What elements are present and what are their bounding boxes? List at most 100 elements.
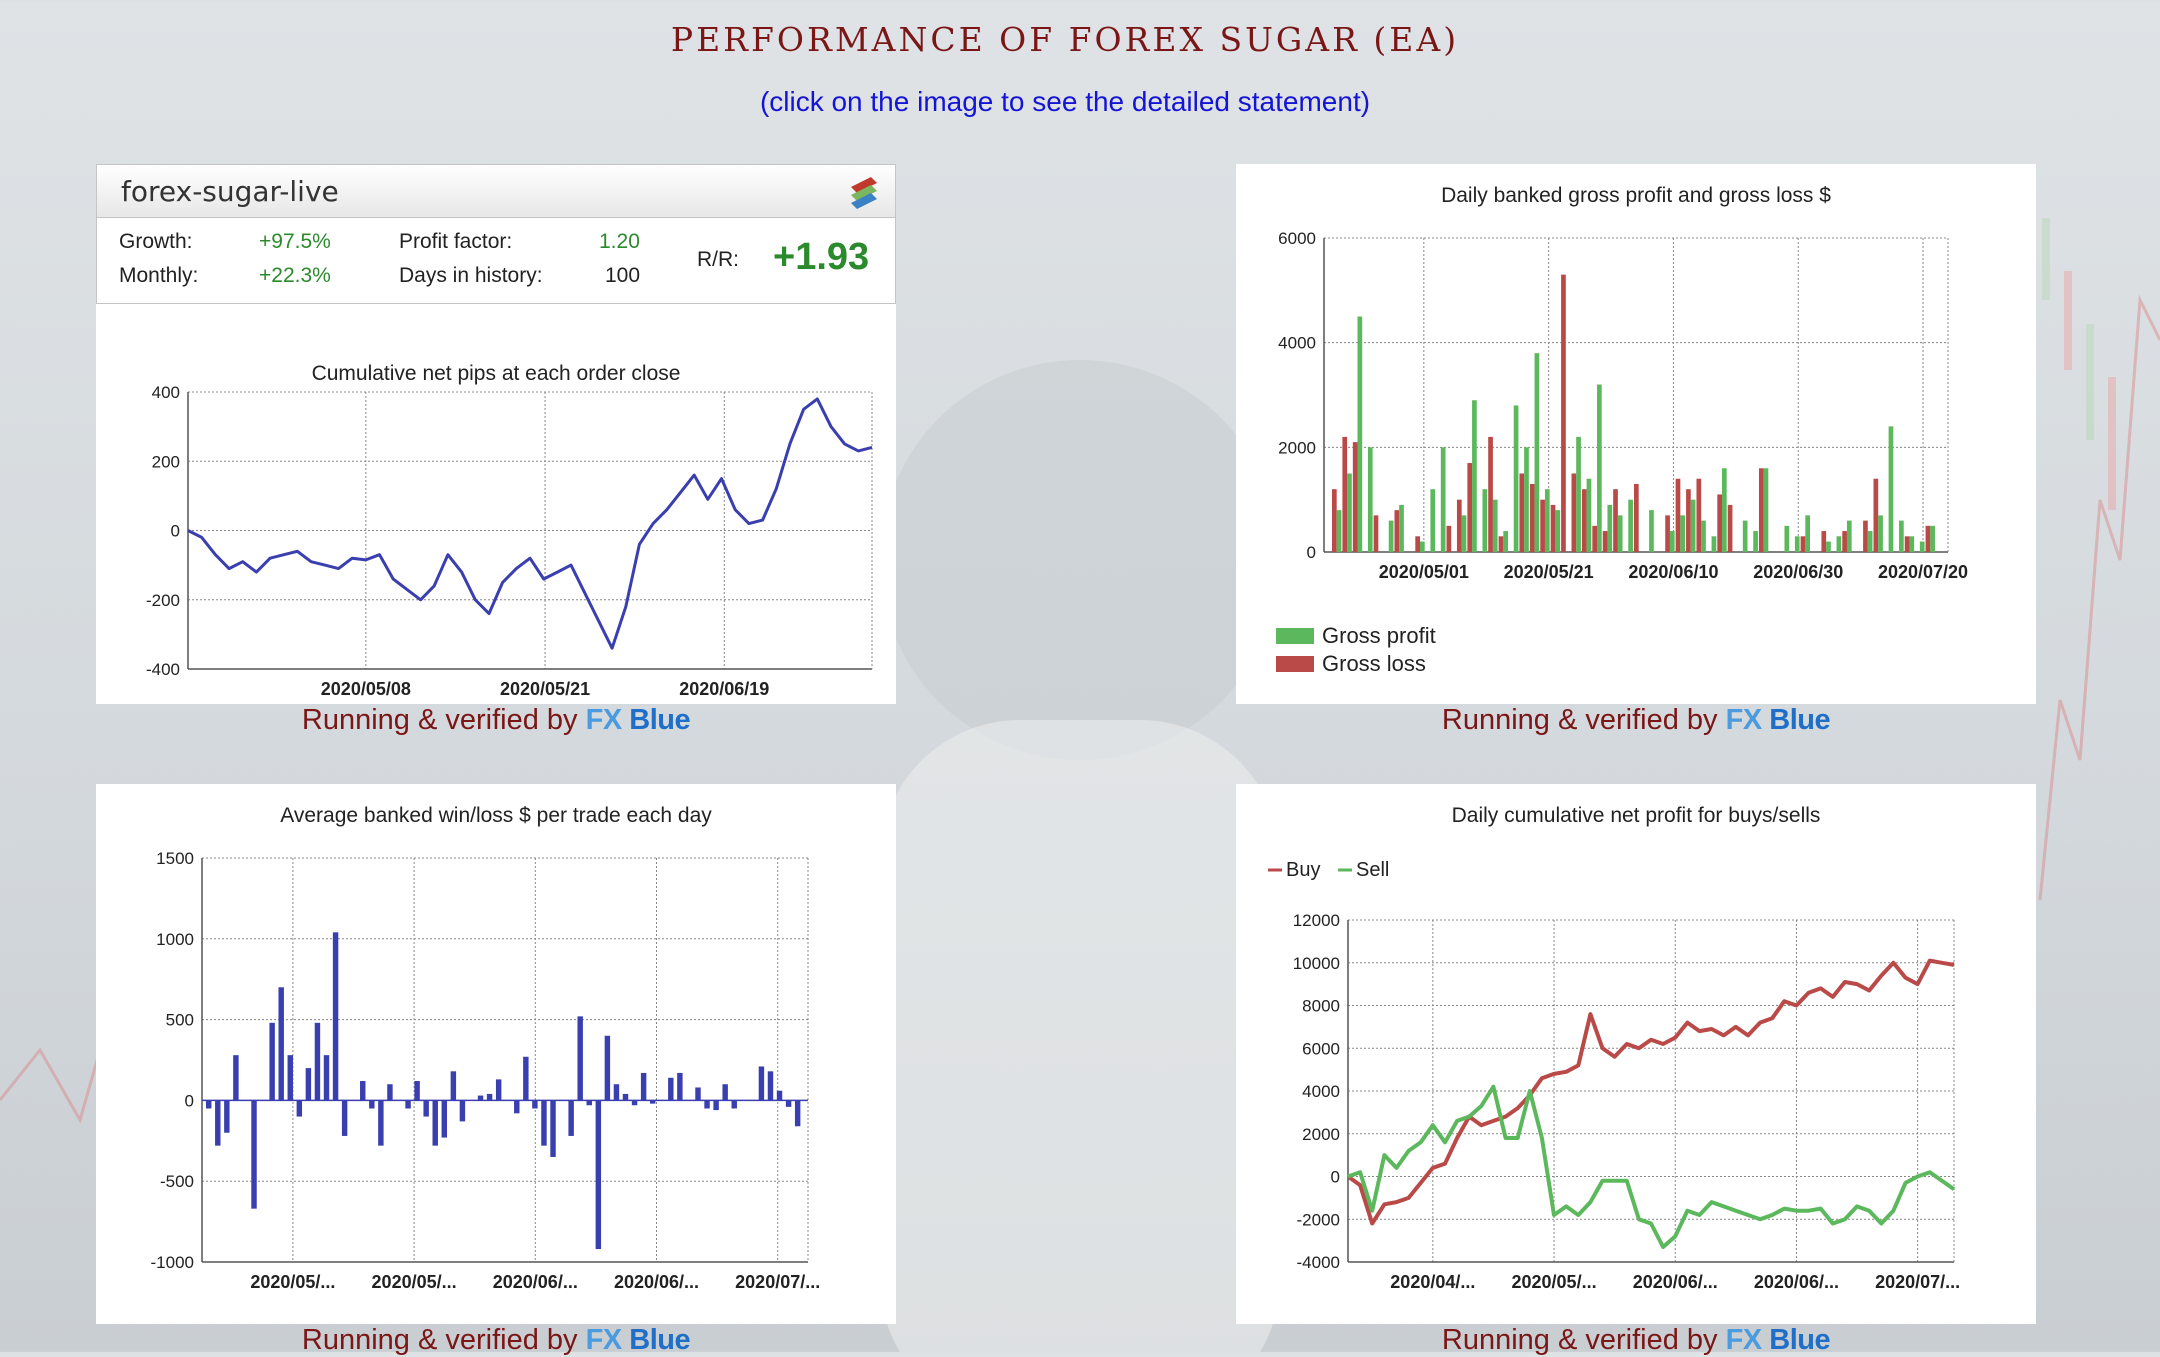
- bar-avg-win-loss: [568, 1100, 574, 1136]
- y-tick-label: 2000: [1302, 1125, 1340, 1144]
- bar-avg-win-loss: [332, 932, 339, 1101]
- y-tick-label: 8000: [1302, 997, 1340, 1016]
- bar-gross-profit: [1649, 510, 1654, 552]
- profit-factor-value: 1.20: [599, 230, 640, 253]
- statement-link[interactable]: (click on the image to see the detailed …: [0, 86, 2130, 118]
- bar-gross-loss: [1373, 515, 1379, 552]
- x-tick-label: 2020/06/10: [1628, 562, 1718, 582]
- bar-avg-win-loss: [378, 1100, 384, 1146]
- fxblue-link[interactable]: FX Blue: [1726, 704, 1831, 736]
- bar-avg-win-loss: [586, 1100, 592, 1106]
- bar-gross-profit: [1492, 499, 1498, 552]
- y-tick-label: -1000: [151, 1253, 194, 1272]
- bar-gross-loss: [1925, 525, 1931, 552]
- bar-gross-profit: [1576, 436, 1581, 552]
- caption-3: Running & verified by FX Blue: [96, 1324, 896, 1357]
- bar-gross-profit: [1919, 541, 1925, 552]
- bar-avg-win-loss: [704, 1100, 710, 1109]
- bar-gross-loss: [1467, 463, 1473, 552]
- chart-cumulative-pips: Cumulative net pips at each order close 4…: [146, 362, 873, 699]
- bar-avg-win-loss: [794, 1100, 801, 1127]
- bar-avg-win-loss: [450, 1071, 457, 1101]
- x-tick-label: 2020/05/...: [372, 1272, 457, 1292]
- card-avg-win-loss[interactable]: Average banked win/loss $ per trade each…: [96, 784, 896, 1324]
- bar-gross-profit: [1430, 489, 1436, 552]
- bar-gross-loss: [1613, 489, 1618, 552]
- bar-gross-loss: [1904, 536, 1910, 552]
- chart-title: Average banked win/loss $ per trade each…: [280, 804, 712, 827]
- bar-gross-loss: [1540, 499, 1545, 552]
- candle: [2108, 377, 2116, 510]
- bar-gross-loss: [1446, 525, 1452, 552]
- bar-gross-profit: [1888, 426, 1894, 552]
- bar-avg-win-loss: [387, 1084, 393, 1101]
- y-tick-label: 1000: [156, 930, 194, 949]
- y-tick-label: 0: [171, 522, 180, 541]
- bar-avg-win-loss: [287, 1055, 293, 1101]
- bar-gross-loss: [1561, 274, 1566, 552]
- bar-gross-loss: [1394, 510, 1400, 552]
- bar-gross-loss: [1342, 436, 1348, 552]
- x-tick-label: 2020/05/21: [1504, 562, 1594, 582]
- bar-gross-profit: [1836, 536, 1842, 552]
- bar-gross-profit: [1347, 473, 1352, 552]
- profit-factor-label: Profit factor:: [399, 230, 513, 253]
- rr-label: R/R:: [697, 248, 739, 271]
- bar-gross-loss: [1686, 489, 1691, 552]
- bar-avg-win-loss: [432, 1100, 438, 1146]
- caption-text: Running & verified by: [1441, 1324, 1718, 1356]
- candle: [2086, 324, 2094, 440]
- bar-gross-loss: [1488, 436, 1493, 552]
- account-summary: forex-sugar-live Growth: +97.5% Monthly:…: [96, 164, 896, 304]
- y-tick-label: 2000: [1278, 438, 1316, 457]
- legend-label-sell: Sell: [1356, 859, 1389, 881]
- x-tick-label: 2020/07/...: [735, 1272, 820, 1292]
- legend-label-loss: Gross loss: [1322, 651, 1426, 676]
- caption-4: Running & verified by FX Blue: [1236, 1324, 2036, 1357]
- account-name: forex-sugar-live: [121, 175, 339, 208]
- bar-gross-loss: [1873, 478, 1879, 552]
- bar-gross-loss: [1634, 483, 1639, 552]
- bar-avg-win-loss: [341, 1100, 348, 1136]
- chart-title: Daily cumulative net profit for buys/sel…: [1452, 804, 1821, 827]
- y-tick-label: -200: [146, 591, 180, 610]
- fxblue-link[interactable]: FX Blue: [1726, 1324, 1831, 1356]
- bar-gross-profit: [1711, 536, 1717, 552]
- growth-label: Growth:: [119, 230, 193, 253]
- card-gross-profit-loss[interactable]: Daily banked gross profit and gross loss…: [1236, 164, 2036, 704]
- bar-avg-win-loss: [269, 1022, 275, 1101]
- bar-avg-win-loss: [314, 1022, 321, 1101]
- card-cumulative-pips[interactable]: forex-sugar-live Growth: +97.5% Monthly:…: [96, 164, 896, 704]
- bar-avg-win-loss: [541, 1100, 547, 1146]
- bar-gross-profit: [1399, 504, 1404, 552]
- bar-gross-profit: [1357, 316, 1363, 552]
- x-tick-label: 2020/05/08: [321, 679, 411, 699]
- bar-gross-loss: [1498, 536, 1504, 552]
- summary-body: Growth: +97.5% Monthly: +22.3% Profit fa…: [96, 218, 896, 304]
- y-tick-label: 12000: [1293, 911, 1340, 930]
- bar-avg-win-loss: [532, 1100, 538, 1109]
- bar-gross-profit: [1534, 353, 1540, 552]
- person-silhouette-body: [880, 720, 1280, 1352]
- bar-avg-win-loss: [296, 1100, 303, 1117]
- bar-gross-loss: [1863, 520, 1868, 552]
- fxblue-link[interactable]: FX Blue: [586, 1324, 691, 1356]
- series-line-buy: [1346, 958, 1955, 1226]
- x-tick-label: 2020/06/...: [614, 1272, 699, 1292]
- y-tick-label: 1500: [156, 849, 194, 868]
- bar-avg-win-loss: [414, 1081, 420, 1101]
- bar-avg-win-loss: [677, 1072, 683, 1101]
- bar-avg-win-loss: [423, 1100, 429, 1117]
- card-buys-sells[interactable]: Daily cumulative net profit for buys/sel…: [1236, 784, 2036, 1324]
- bar-gross-loss: [1571, 473, 1577, 552]
- days-value: 100: [605, 264, 641, 287]
- fxblue-link[interactable]: FX Blue: [586, 704, 691, 736]
- bar-avg-win-loss: [369, 1100, 375, 1109]
- y-tick-label: -4000: [1297, 1253, 1340, 1272]
- bar-gross-loss: [1727, 504, 1733, 552]
- bar-avg-win-loss: [668, 1077, 674, 1101]
- bar-gross-loss: [1675, 478, 1681, 552]
- bar-gross-profit: [1367, 447, 1373, 552]
- y-tick-label: -500: [160, 1172, 194, 1191]
- legend-swatch-profit: [1276, 628, 1314, 644]
